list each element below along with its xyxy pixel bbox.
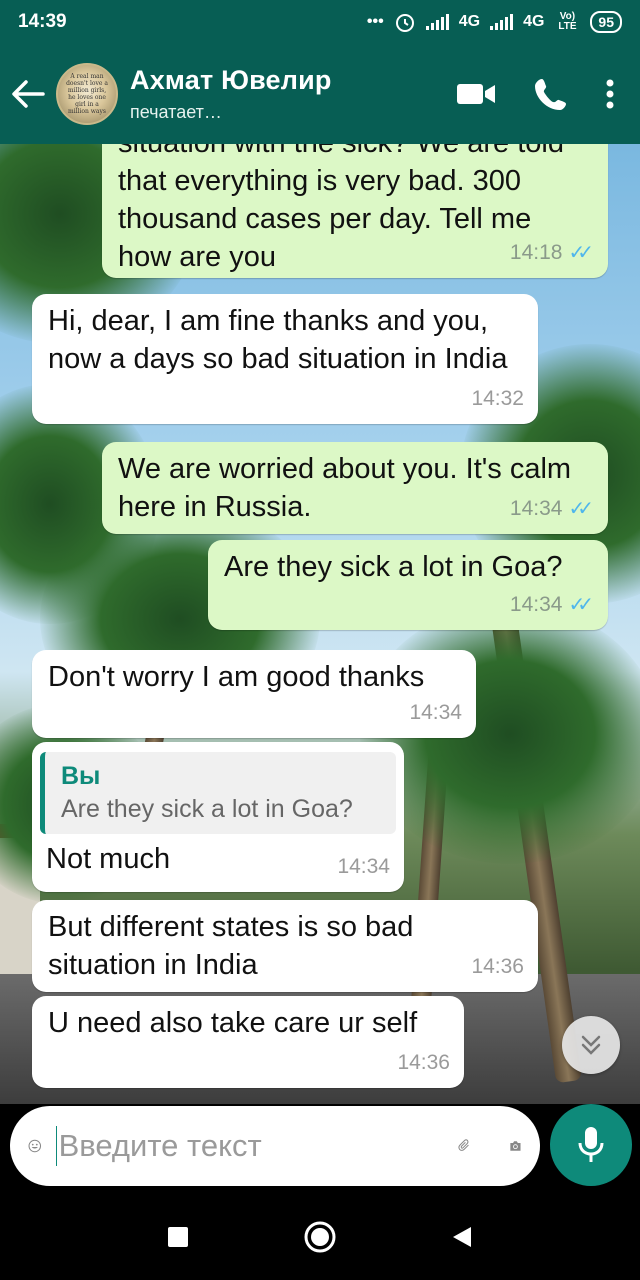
message-incoming[interactable]: But different states is so bad situation… <box>32 900 538 992</box>
message-text: Don't worry I am good thanks <box>48 661 425 693</box>
back-button[interactable] <box>0 79 56 109</box>
message-time: 14:36 <box>471 955 524 978</box>
nav-back-icon[interactable] <box>451 1225 473 1249</box>
message-incoming[interactable]: Hi, dear, I am fine thanks and you, now … <box>32 294 538 424</box>
voice-message-button[interactable] <box>550 1104 632 1186</box>
status-bar: 14:39 ••• 4G 4G Vo) LTE 95 <box>0 0 640 44</box>
alarm-icon <box>395 14 414 32</box>
scroll-down-button[interactable] <box>562 1016 620 1074</box>
message-meta: 14:34 ✓✓ <box>510 490 594 528</box>
message-incoming[interactable]: U need also take care ur self 14:36 <box>32 996 464 1088</box>
scroll-down-icon <box>581 1035 601 1055</box>
contact-status: печатает… <box>130 102 222 122</box>
read-ticks-icon: ✓✓ <box>568 242 593 264</box>
text-cursor <box>55 1126 57 1166</box>
read-ticks-icon: ✓✓ <box>568 498 593 520</box>
message-outgoing[interactable]: situation with the sick? We are told tha… <box>102 144 608 278</box>
message-composer <box>0 1104 640 1194</box>
contact-name: Ахмат Ювелир <box>130 65 332 95</box>
battery-indicator: 95 <box>590 11 622 33</box>
system-nav-bar <box>0 1194 640 1280</box>
message-time: 14:34 <box>509 593 563 616</box>
chat-area[interactable]: situation with the sick? We are told tha… <box>0 144 640 1104</box>
notification-dots: ••• <box>366 13 384 30</box>
phone-icon[interactable] <box>534 77 568 111</box>
network-type-1: 4G <box>458 13 481 30</box>
message-time: 14:34 <box>337 855 390 878</box>
nav-home-icon[interactable] <box>303 1220 337 1254</box>
message-meta: 14:34 <box>409 694 462 732</box>
quote-author: Вы <box>61 762 101 790</box>
contact-info[interactable]: Ахмат Ювелир печатает… <box>130 65 456 123</box>
signal-bars-icon-2 <box>490 14 514 30</box>
status-time: 14:39 <box>18 11 67 32</box>
message-time: 14:32 <box>471 387 524 410</box>
status-indicators: ••• 4G 4G Vo) LTE 95 <box>367 11 622 33</box>
message-meta: 14:34 ✓✓ <box>510 586 594 624</box>
message-outgoing[interactable]: We are worried about you. It's calm here… <box>102 442 608 534</box>
quote-text: Are they sick a lot in Goa? <box>61 795 353 823</box>
message-incoming-reply[interactable]: Вы Are they sick a lot in Goa? Not much … <box>32 742 404 892</box>
message-text: U need also take care ur self <box>48 1007 418 1039</box>
signal-bars-icon <box>425 14 449 30</box>
message-time: 14:18 <box>509 241 563 264</box>
message-meta: 14:36 <box>397 1044 450 1082</box>
message-time: 14:34 <box>509 497 563 520</box>
message-meta: 14:32 <box>471 380 524 418</box>
message-outgoing[interactable]: Are they sick a lot in Goa? 14:34 ✓✓ <box>208 540 608 630</box>
attach-icon[interactable] <box>458 1126 472 1166</box>
network-type-2: 4G <box>523 13 545 30</box>
message-meta: 14:18 ✓✓ <box>510 234 594 272</box>
header-actions <box>456 77 614 111</box>
camera-icon[interactable] <box>509 1129 522 1163</box>
message-text: Hi, dear, I am fine thanks and you, now … <box>48 305 508 375</box>
message-input[interactable] <box>58 1128 458 1164</box>
message-text: Are they sick a lot in Goa? <box>224 551 563 583</box>
chat-header: A real man doesn't love a million girls,… <box>0 44 640 144</box>
video-call-icon[interactable] <box>456 81 496 107</box>
quoted-message[interactable]: Вы Are they sick a lot in Goa? <box>40 752 396 834</box>
message-time: 14:36 <box>397 1051 450 1074</box>
back-arrow-icon <box>12 80 45 108</box>
read-ticks-icon: ✓✓ <box>568 594 593 616</box>
input-pill <box>10 1106 540 1186</box>
message-text: But different states is so bad situation… <box>48 911 414 981</box>
message-meta: 14:34 <box>337 848 390 886</box>
mic-icon <box>578 1127 604 1162</box>
message-meta: 14:36 <box>471 948 524 986</box>
avatar[interactable]: A real man doesn't love a million girls,… <box>56 63 118 125</box>
nav-recents-icon[interactable] <box>167 1226 189 1248</box>
message-time: 14:34 <box>409 701 462 724</box>
emoji-icon[interactable] <box>28 1126 42 1166</box>
more-options-icon[interactable] <box>606 79 614 109</box>
avatar-text: A real man doesn't love a million girls,… <box>66 73 108 115</box>
message-incoming[interactable]: Don't worry I am good thanks 14:34 <box>32 650 476 738</box>
volte-indicator: Vo) LTE <box>558 11 577 32</box>
